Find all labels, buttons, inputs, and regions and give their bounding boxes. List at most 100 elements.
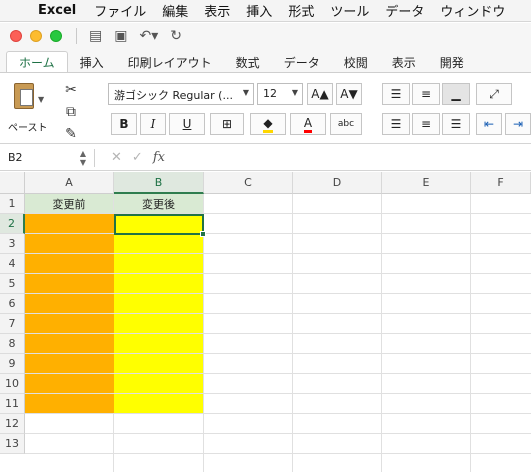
column-header-e[interactable]: E [382, 172, 471, 194]
clipboard-sheet-icon [20, 89, 33, 106]
borders-button[interactable]: ⊞ [210, 113, 244, 135]
column-header-b[interactable]: B [114, 172, 204, 194]
clipboard-tools: ✂ ⧉ ✎ [60, 79, 82, 145]
paste-button[interactable]: ▼ ペースト [8, 79, 58, 139]
row-header-2[interactable]: 2 [0, 214, 25, 234]
paste-label: ペースト [8, 123, 48, 134]
copy-icon[interactable]: ⧉ [60, 101, 82, 123]
name-box-value: B2 [8, 150, 23, 164]
fill-bucket-icon: ◆ [263, 116, 273, 133]
spreadsheet-grid[interactable]: A B C D E F 1 2 3 4 5 6 7 8 9 10 11 12 1… [0, 172, 531, 472]
formula-divider [94, 148, 95, 167]
tab-view[interactable]: 表示 [380, 51, 428, 73]
select-all-corner[interactable] [0, 172, 25, 194]
align-center-button[interactable]: ≡ [412, 113, 440, 135]
column-header-a[interactable]: A [25, 172, 114, 194]
italic-button[interactable]: I [140, 113, 166, 135]
row-header-7[interactable]: 7 [0, 314, 25, 334]
text-orientation-button[interactable]: ⤢ [476, 83, 512, 105]
row-header-13[interactable]: 13 [0, 434, 25, 454]
fill-color-button[interactable]: ◆ [250, 113, 286, 135]
range-a2-a11[interactable] [25, 214, 114, 414]
cut-icon[interactable]: ✂ [60, 79, 82, 101]
row-header-9[interactable]: 9 [0, 354, 25, 374]
undo-icon[interactable]: ↶▾ [139, 28, 158, 44]
formula-input[interactable] [173, 148, 531, 168]
ribbon-tabs: ホーム 挿入 印刷レイアウト 数式 データ 校閲 表示 開発 [0, 49, 531, 73]
menu-file[interactable]: ファイル [86, 1, 154, 20]
sidebar-toggle-icon[interactable]: ▤ [89, 28, 102, 44]
cell-a1[interactable]: 変更前 [25, 194, 114, 214]
zoom-window-button[interactable] [50, 30, 62, 42]
phonetic-icon: abc [337, 119, 355, 129]
tab-home[interactable]: ホーム [6, 51, 68, 73]
align-right-icon: ☰ [450, 117, 462, 131]
menu-edit[interactable]: 編集 [154, 1, 196, 20]
tab-insert[interactable]: 挿入 [68, 51, 116, 73]
menu-view[interactable]: 表示 [196, 1, 238, 20]
align-bottom-button[interactable]: ▁ [442, 83, 470, 105]
phonetic-guide-button[interactable]: abc [330, 113, 362, 135]
name-box[interactable]: B2 ▲ ▼ [4, 148, 88, 168]
column-header-f[interactable]: F [471, 172, 531, 194]
increase-indent-button[interactable]: ⇥ [505, 113, 531, 135]
redo-icon[interactable]: ↻ [170, 28, 182, 44]
menu-format[interactable]: 形式 [280, 1, 322, 20]
fill-handle[interactable] [200, 231, 206, 237]
align-top-icon: ☰ [390, 87, 402, 101]
column-header-c[interactable]: C [204, 172, 293, 194]
font-color-button[interactable]: A [290, 113, 326, 135]
row-header-8[interactable]: 8 [0, 334, 25, 354]
tab-review[interactable]: 校閲 [332, 51, 380, 73]
underline-button[interactable]: U [169, 113, 205, 135]
minimize-window-button[interactable] [30, 30, 42, 42]
menu-app-name[interactable]: Excel [34, 3, 86, 18]
chevron-down-icon[interactable]: ▼ [38, 95, 44, 104]
align-right-button[interactable]: ☰ [442, 113, 470, 135]
insert-function-button[interactable]: fx [153, 150, 165, 165]
row-header-5[interactable]: 5 [0, 274, 25, 294]
align-middle-button[interactable]: ≡ [412, 83, 440, 105]
font-size-select[interactable]: 12 ▼ [257, 83, 303, 105]
active-cell-cursor[interactable] [114, 214, 206, 237]
row-header-1[interactable]: 1 [0, 194, 25, 214]
menu-window[interactable]: ウィンドウ [432, 1, 513, 20]
row-header-10[interactable]: 10 [0, 374, 25, 394]
align-left-icon: ☰ [390, 117, 402, 131]
enter-icon[interactable]: ✓ [132, 150, 143, 165]
row-header-4[interactable]: 4 [0, 254, 25, 274]
cancel-icon[interactable]: ✕ [111, 150, 122, 165]
decrease-indent-button[interactable]: ⇤ [476, 113, 502, 135]
align-left-button[interactable]: ☰ [382, 113, 410, 135]
cell-b1[interactable]: 変更後 [114, 194, 204, 214]
decrease-font-size-button[interactable]: A▼ [336, 83, 362, 105]
format-painter-icon[interactable]: ✎ [60, 123, 82, 145]
font-size-value: 12 [263, 87, 277, 100]
menu-insert[interactable]: 挿入 [238, 1, 280, 20]
lower-left-cells[interactable] [25, 414, 204, 472]
align-top-button[interactable]: ☰ [382, 83, 410, 105]
stepper-icon[interactable]: ▲ ▼ [80, 149, 86, 167]
tab-formulas[interactable]: 数式 [224, 51, 272, 73]
tab-data[interactable]: データ [272, 51, 332, 73]
save-icon[interactable]: ▣ [114, 28, 127, 44]
range-b2-b11[interactable] [114, 214, 204, 414]
align-center-icon: ≡ [420, 117, 432, 131]
font-name-value: 游ゴシック Regular (... [114, 89, 233, 102]
tab-page-layout[interactable]: 印刷レイアウト [116, 51, 224, 73]
row-header-6[interactable]: 6 [0, 294, 25, 314]
tab-developer[interactable]: 開発 [428, 51, 476, 73]
bold-button[interactable]: B [111, 113, 137, 135]
increase-font-size-button[interactable]: A▲ [307, 83, 333, 105]
row-header-11[interactable]: 11 [0, 394, 25, 414]
align-bottom-icon: ▁ [451, 87, 461, 101]
row-header-3[interactable]: 3 [0, 234, 25, 254]
column-header-d[interactable]: D [293, 172, 382, 194]
row-header-12[interactable]: 12 [0, 414, 25, 434]
font-name-select[interactable]: 游ゴシック Regular (... ▼ [108, 83, 254, 105]
chevron-down-icon: ▼ [242, 88, 249, 97]
indent-icon: ⇥ [512, 117, 524, 131]
close-window-button[interactable] [10, 30, 22, 42]
menu-data[interactable]: データ [377, 1, 432, 20]
menu-tools[interactable]: ツール [322, 1, 377, 20]
